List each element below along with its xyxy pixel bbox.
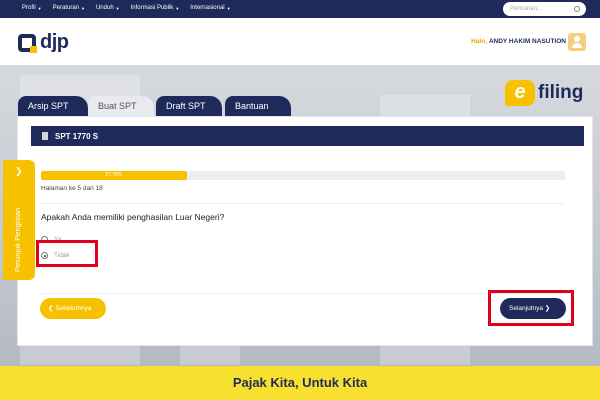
caret-down-icon: ▼: [175, 5, 180, 11]
efiling-logo: e filing: [505, 80, 583, 106]
caret-down-icon: ▼: [37, 5, 42, 11]
nav-item-unduh[interactable]: Unduh ▼: [96, 5, 120, 11]
progress-bar: 27.78%: [41, 171, 565, 180]
caret-down-icon: ▼: [226, 5, 231, 11]
highlight-box-tidak: [36, 240, 98, 267]
tab-buat-spt[interactable]: Buat SPT: [88, 96, 154, 116]
caret-down-icon: ▼: [81, 5, 85, 11]
nav-item-informasi-publik[interactable]: Informasi Publik ▼: [131, 5, 180, 11]
instructions-side-panel[interactable]: ❯ Petunjuk Pengisian: [3, 160, 35, 280]
top-navbar: Profil ▼ Peraturan ▼ Unduh ▼ Informasi Publ…: [0, 0, 600, 18]
tab-bantuan[interactable]: Bantuan: [225, 96, 291, 116]
avatar[interactable]: [568, 33, 586, 51]
nav-item-profil[interactable]: Profil ▼: [22, 5, 42, 11]
document-icon: [42, 132, 48, 140]
highlight-box-next: [488, 290, 574, 326]
tab-arsip-spt[interactable]: Arsip SPT: [18, 96, 88, 116]
question-text: Apakah Anda memiliki penghasilan Luar Ne…: [41, 212, 225, 222]
user-greeting: Halo, ANDY HAKIM NASUTION: [471, 38, 566, 45]
previous-button[interactable]: ❮ Sebelumnya: [40, 298, 106, 319]
caret-down-icon: ▼: [115, 5, 120, 11]
djp-logo[interactable]: djp: [18, 31, 69, 54]
divider: [41, 293, 565, 294]
nav-item-peraturan[interactable]: Peraturan ▼: [53, 5, 85, 11]
chevron-right-icon[interactable]: ❯: [15, 166, 23, 177]
tab-draft-spt[interactable]: Draft SPT: [156, 96, 222, 116]
search-icon[interactable]: [574, 6, 580, 12]
djp-logo-mark: [18, 33, 37, 53]
chevron-left-icon: ❮: [48, 305, 54, 312]
side-panel-label: Petunjuk Pengisian: [13, 207, 22, 272]
nav-menu: Profil ▼ Peraturan ▼ Unduh ▼ Informasi Publ…: [22, 5, 231, 11]
form-header: SPT 1770 S: [31, 126, 584, 146]
footer-tagline: Pajak Kita, Untuk Kita: [0, 366, 600, 400]
nav-item-internasional[interactable]: Internasional ▼: [190, 5, 230, 11]
search-input[interactable]: Pencarian...: [503, 2, 586, 16]
page-info: Halaman ke 5 dari 18: [41, 185, 103, 192]
site-header: djp Halo, ANDY HAKIM NASUTION: [0, 18, 600, 65]
divider: [41, 203, 565, 204]
progress-fill: 27.78%: [41, 171, 187, 180]
